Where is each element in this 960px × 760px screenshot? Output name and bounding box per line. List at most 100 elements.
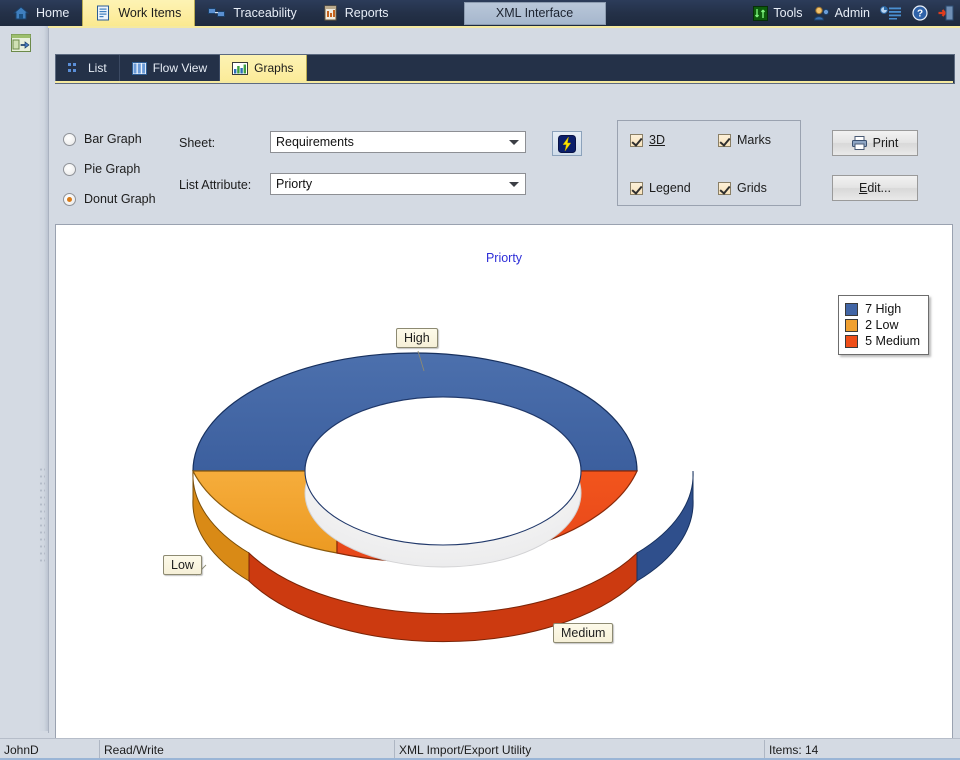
chart-canvas: Priorty <box>55 224 953 749</box>
status-bar: JohnD Read/Write XML Import/Export Utili… <box>0 738 960 760</box>
sub-tab-flow-view[interactable]: Flow View <box>120 55 220 81</box>
toolbar-admin-button[interactable]: Admin <box>813 6 870 21</box>
list-icon <box>68 62 82 74</box>
donut-side-high-right <box>637 471 693 581</box>
list-chart-icon <box>880 6 902 20</box>
svg-text:?: ? <box>917 9 923 20</box>
application-window: Home Work Items Traceability Reports <box>0 0 960 759</box>
toolbar-tools-label: Tools <box>773 6 802 20</box>
checkbox-3d[interactable]: 3D <box>630 133 665 147</box>
donut-chart-3d[interactable] <box>56 225 952 748</box>
home-icon <box>13 5 29 21</box>
panel-splitter[interactable] <box>38 26 48 731</box>
mark-label-high: High <box>396 328 438 348</box>
checkbox-grids-label: Grids <box>737 181 767 195</box>
flow-view-icon <box>132 62 147 75</box>
main-tab-work-items[interactable]: Work Items <box>82 0 195 26</box>
main-tab-strip: Home Work Items Traceability Reports <box>0 0 402 26</box>
status-access: Read/Write <box>100 740 395 759</box>
checkbox-grids[interactable]: Grids <box>718 181 767 195</box>
main-tab-reports[interactable]: Reports <box>310 0 402 26</box>
radio-bar-graph-label: Bar Graph <box>84 132 142 146</box>
radio-bar-graph-indicator[interactable] <box>63 133 76 146</box>
checkbox-marks-box[interactable] <box>718 134 731 147</box>
link-boxes-icon <box>208 6 226 20</box>
admin-user-icon <box>813 6 830 21</box>
main-tab-home-label: Home <box>36 7 69 20</box>
list-attribute-select[interactable]: Priorty <box>270 173 526 195</box>
toolbar-admin-label: Admin <box>835 6 870 20</box>
window-tab-xml-interface[interactable]: XML Interface <box>464 2 606 25</box>
print-button-label: Print <box>873 136 899 150</box>
sub-tab-graphs[interactable]: Graphs <box>220 55 306 81</box>
edit-button[interactable]: Edit... <box>832 175 918 201</box>
checkbox-legend[interactable]: Legend <box>630 181 691 195</box>
radio-pie-graph-label: Pie Graph <box>84 162 140 176</box>
main-toolbar: Home Work Items Traceability Reports <box>0 0 960 26</box>
radio-pie-graph-indicator[interactable] <box>63 163 76 176</box>
graphs-icon <box>232 62 248 75</box>
left-rail <box>0 26 40 738</box>
main-tab-traceability[interactable]: Traceability <box>195 0 309 26</box>
radio-donut-graph-indicator[interactable] <box>63 193 76 206</box>
sheet-label: Sheet: <box>179 136 215 150</box>
main-tab-traceability-label: Traceability <box>233 7 296 20</box>
status-items: Items: 14 <box>765 740 960 759</box>
legend-swatch-low <box>845 319 858 332</box>
sub-tab-list[interactable]: List <box>56 55 120 81</box>
main-tab-reports-label: Reports <box>345 7 389 20</box>
legend-item-high: 7 High <box>845 301 920 317</box>
main-tab-work-items-label: Work Items <box>118 7 181 20</box>
toolbar-exit-button[interactable] <box>938 5 954 21</box>
legend-label-medium: 5 Medium <box>865 334 920 348</box>
legend-label-low: 2 Low <box>865 318 898 332</box>
graph-options-group: 3D Marks Legend Grids <box>617 120 801 206</box>
expand-panel-icon[interactable] <box>11 34 31 52</box>
sub-tab-graphs-label: Graphs <box>254 61 293 75</box>
exit-icon <box>938 5 954 21</box>
toolbar-help-button[interactable]: ? <box>912 5 928 21</box>
mark-label-low: Low <box>163 555 202 575</box>
checkbox-grids-box[interactable] <box>718 182 731 195</box>
checkbox-legend-label: Legend <box>649 181 691 195</box>
sub-tab-flow-view-label: Flow View <box>153 61 207 75</box>
legend-swatch-high <box>845 303 858 316</box>
help-icon: ? <box>912 5 928 21</box>
checkbox-marks[interactable]: Marks <box>718 133 771 147</box>
legend-swatch-medium <box>845 335 858 348</box>
main-tab-home[interactable]: Home <box>0 0 82 26</box>
graph-controls-bar: Bar Graph Pie Graph Donut Graph Sheet: R… <box>55 84 953 224</box>
sheet-select-value: Requirements <box>271 135 503 149</box>
list-attribute-label: List Attribute: <box>179 178 251 192</box>
chevron-down-icon[interactable] <box>503 174 525 194</box>
legend-item-medium: 5 Medium <box>845 333 920 349</box>
window-tab-label: XML Interface <box>496 6 573 20</box>
checkbox-legend-box[interactable] <box>630 182 643 195</box>
print-button[interactable]: Print <box>832 130 918 156</box>
donut-hole-top <box>305 397 581 545</box>
mark-label-medium: Medium <box>553 623 613 643</box>
checkbox-3d-box[interactable] <box>630 134 643 147</box>
sub-tab-strip: List Flow View Graphs <box>55 54 955 84</box>
printer-icon <box>852 136 867 150</box>
list-attribute-select-value: Priorty <box>271 177 503 191</box>
sub-tab-accent-line <box>55 81 953 83</box>
checkbox-3d-label: 3D <box>649 133 665 147</box>
toolbar-right-group: Tools Admin ? <box>753 0 960 26</box>
status-utility: XML Import/Export Utility <box>395 740 765 759</box>
edit-button-label: Edit... <box>859 181 891 195</box>
document-icon <box>96 5 111 21</box>
sheet-select[interactable]: Requirements <box>270 131 526 153</box>
tools-arrows-icon <box>753 6 768 21</box>
toolbar-tools-button[interactable]: Tools <box>753 6 802 21</box>
toolbar-list-chart-button[interactable] <box>880 6 902 20</box>
checkbox-marks-label: Marks <box>737 133 771 147</box>
splitter-grip[interactable] <box>39 466 45 566</box>
status-user: JohnD <box>0 740 100 759</box>
sub-tab-list-label: List <box>88 61 107 75</box>
refresh-graph-button[interactable] <box>552 131 582 156</box>
report-icon <box>323 5 338 21</box>
legend-label-high: 7 High <box>865 302 901 316</box>
chevron-down-icon[interactable] <box>503 132 525 152</box>
lightning-bolt-icon <box>558 135 576 153</box>
